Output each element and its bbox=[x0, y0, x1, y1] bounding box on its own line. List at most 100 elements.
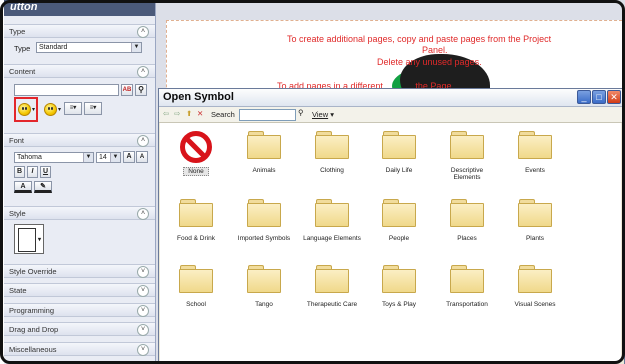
folder-icon bbox=[450, 265, 484, 293]
expand-icon[interactable]: ˅ bbox=[137, 266, 149, 278]
symbol-item-label: Food & Drink bbox=[177, 235, 215, 242]
symbol-item[interactable]: Plants bbox=[505, 199, 565, 242]
maximize-icon: □ bbox=[596, 92, 602, 102]
section-miscellaneous[interactable]: Miscellaneous ˅ bbox=[4, 342, 155, 356]
dialog-toolbar: ⇦ ⇨ ⬆ ✕ Search ⚲ View ▾ bbox=[159, 107, 624, 123]
expand-icon[interactable]: ˅ bbox=[137, 305, 149, 317]
symbol-item[interactable]: Clothing bbox=[302, 131, 362, 174]
type-label: Type bbox=[14, 44, 31, 53]
ab-button[interactable]: AB bbox=[121, 84, 133, 96]
section-drag-and-drop[interactable]: Drag and Drop ˅ bbox=[4, 322, 155, 336]
expand-icon[interactable]: ˅ bbox=[137, 344, 149, 356]
back-icon[interactable]: ⇦ bbox=[163, 109, 169, 118]
symbol-item[interactable]: Language Elements bbox=[302, 199, 362, 242]
section-content-label: Content bbox=[9, 67, 36, 76]
symbol-item[interactable]: Transportation bbox=[437, 265, 497, 308]
symbol-item-label: Transportation bbox=[446, 301, 488, 308]
font-size-value: 14 bbox=[99, 154, 107, 161]
symbol-item-label: Visual Scenes bbox=[514, 301, 556, 308]
symbol-item-label: Therapeutic Care bbox=[306, 301, 358, 308]
forward-icon[interactable]: ⇨ bbox=[174, 109, 180, 118]
folder-icon bbox=[518, 265, 552, 293]
dialog-titlebar[interactable]: Open Symbol _ □ ✕ bbox=[159, 89, 624, 107]
folder-icon bbox=[518, 199, 552, 227]
close-button[interactable]: ✕ bbox=[607, 90, 621, 104]
symbol-item[interactable]: School bbox=[166, 265, 226, 308]
underline-button[interactable]: U bbox=[40, 166, 51, 178]
chevron-down-icon: ▾ bbox=[37, 237, 41, 243]
highlighter-icon: ✎ bbox=[40, 183, 46, 190]
folder-icon bbox=[247, 265, 281, 293]
symbol-item[interactable]: Therapeutic Care bbox=[302, 265, 362, 308]
open-symbol-dialog: Open Symbol _ □ ✕ ⇦ ⇨ ⬆ ✕ Search ⚲ View … bbox=[158, 88, 625, 364]
font-color-button[interactable]: A bbox=[14, 181, 32, 193]
symbol-item-label: Toys & Play bbox=[382, 301, 416, 308]
section-state[interactable]: State ˅ bbox=[4, 283, 155, 297]
symbol-item[interactable]: Food & Drink bbox=[166, 199, 226, 242]
view-menu[interactable]: View ▾ bbox=[312, 110, 334, 119]
symbol-item[interactable]: None bbox=[166, 131, 226, 176]
chevron-down-icon[interactable]: ▾ bbox=[58, 106, 61, 113]
collapse-icon[interactable]: ˄ bbox=[137, 66, 149, 78]
type-select-value: Standard bbox=[39, 44, 68, 51]
chevron-down-icon[interactable]: ▾ bbox=[32, 106, 35, 113]
symbol-item-label: Animals bbox=[252, 167, 276, 174]
symbol-item[interactable]: People bbox=[369, 199, 429, 242]
symbol-item[interactable]: Imported Symbols bbox=[234, 199, 294, 242]
folder-icon bbox=[382, 265, 416, 293]
symbol-item[interactable]: Daily Life bbox=[369, 131, 429, 174]
highlight-color-button[interactable]: ✎ bbox=[34, 181, 52, 193]
style-swatch-button[interactable]: ▾ bbox=[14, 224, 44, 254]
text-layout-button[interactable]: ≡▾ bbox=[64, 102, 82, 115]
section-style[interactable]: Style ˄ bbox=[4, 206, 155, 220]
smiley-symbol-icon[interactable] bbox=[18, 103, 31, 116]
magnifier-icon: ⚲ bbox=[138, 85, 144, 94]
expand-icon[interactable]: ˅ bbox=[137, 285, 149, 297]
section-type[interactable]: Type ˄ bbox=[4, 24, 155, 38]
font-family-select[interactable]: Tahoma ▼ bbox=[14, 152, 94, 163]
grow-font-button[interactable]: A bbox=[123, 151, 135, 163]
italic-button[interactable]: I bbox=[27, 166, 38, 178]
symbol-item[interactable]: Events bbox=[505, 131, 565, 174]
symbol-item[interactable]: Places bbox=[437, 199, 497, 242]
folder-icon bbox=[450, 199, 484, 227]
symbol-item[interactable]: Animals bbox=[234, 131, 294, 174]
section-content[interactable]: Content ˄ bbox=[4, 64, 155, 78]
symbol-item[interactable]: Descriptive Elements bbox=[437, 131, 497, 181]
symbol-grid: None Animals Clothing Daily Life Descriptive… bbox=[160, 123, 621, 363]
section-font-label: Font bbox=[9, 136, 25, 145]
maximize-button[interactable]: □ bbox=[592, 90, 606, 104]
content-text-input[interactable] bbox=[14, 84, 119, 96]
search-input[interactable] bbox=[239, 109, 296, 121]
symbol-item[interactable]: Toys & Play bbox=[369, 265, 429, 308]
delete-icon[interactable]: ✕ bbox=[197, 109, 203, 118]
collapse-icon[interactable]: ˄ bbox=[137, 135, 149, 147]
minimize-button[interactable]: _ bbox=[577, 90, 591, 104]
up-folder-icon[interactable]: ⬆ bbox=[186, 109, 192, 118]
bold-button[interactable]: B bbox=[14, 166, 25, 178]
properties-panel: utton Type ˄ Type Standard ▼ Content ˄ A… bbox=[4, 0, 156, 364]
search-icon[interactable]: ⚲ bbox=[298, 108, 304, 117]
section-style-override[interactable]: Style Override ˅ bbox=[4, 264, 155, 278]
font-family-value: Tahoma bbox=[17, 154, 42, 161]
expand-icon[interactable]: ˅ bbox=[137, 324, 149, 336]
type-select[interactable]: Standard ▼ bbox=[36, 42, 142, 53]
collapse-icon[interactable]: ˄ bbox=[137, 26, 149, 38]
chevron-down-icon: ▼ bbox=[110, 153, 120, 162]
shrink-font-button[interactable]: A bbox=[136, 151, 148, 163]
smiley-symbol-icon[interactable] bbox=[44, 103, 57, 116]
font-size-select[interactable]: 14 ▼ bbox=[96, 152, 121, 163]
section-font[interactable]: Font ˄ bbox=[4, 133, 155, 147]
text-position-button[interactable]: ≡▾ bbox=[84, 102, 102, 115]
chevron-down-icon: ▼ bbox=[131, 43, 141, 52]
instruction-line-1: To create additional pages, copy and pas… bbox=[287, 34, 552, 44]
minimize-icon: _ bbox=[581, 92, 587, 102]
symbol-item[interactable]: Tango bbox=[234, 265, 294, 308]
dialog-title: Open Symbol bbox=[163, 91, 234, 103]
close-icon: ✕ bbox=[610, 92, 618, 102]
collapse-icon[interactable]: ˄ bbox=[137, 208, 149, 220]
section-programming[interactable]: Programming ˅ bbox=[4, 303, 155, 317]
symbol-item[interactable]: Visual Scenes bbox=[505, 265, 565, 308]
search-symbol-button[interactable]: ⚲ bbox=[135, 84, 147, 96]
view-label: View bbox=[312, 110, 329, 119]
